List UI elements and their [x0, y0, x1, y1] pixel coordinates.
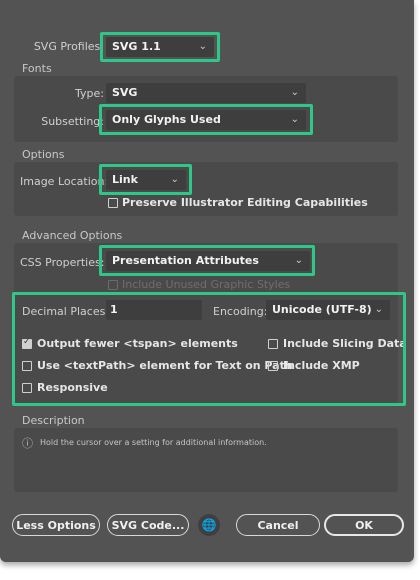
description-section-title: Description	[22, 414, 85, 427]
ok-button[interactable]: OK	[324, 514, 404, 536]
less-options-button[interactable]: Less Options	[12, 514, 100, 536]
include-unused-label: Include Unused Graphic Styles	[122, 278, 291, 291]
svg-code-button[interactable]: SVG Code...	[107, 514, 189, 536]
highlight-css-properties	[99, 245, 315, 276]
image-location-label: Image Location:	[20, 175, 109, 188]
chevron-down-icon: ⌄	[290, 87, 299, 98]
highlight-svg-profiles	[100, 32, 220, 62]
globe-icon[interactable]: 🌐	[198, 514, 220, 536]
highlight-image-location	[99, 164, 192, 195]
include-unused-checkbox[interactable]	[108, 280, 118, 290]
svg-options-dialog: SVG Profiles: SVG 1.1 ⌄ Fonts Type: SVG …	[0, 0, 414, 562]
svg-profiles-label: SVG Profiles:	[33, 40, 104, 53]
options-section-title: Options	[22, 148, 65, 161]
type-value: SVG	[112, 86, 138, 99]
highlight-subsetting	[99, 104, 313, 135]
advanced-section-title: Advanced Options	[22, 229, 123, 242]
highlight-advanced-group	[12, 292, 406, 406]
info-icon: ⓘ	[22, 437, 33, 450]
css-properties-label: CSS Properties:	[20, 256, 105, 269]
type-select[interactable]: SVG ⌄	[106, 83, 306, 103]
type-label: Type:	[75, 87, 104, 100]
preserve-editing-label: Preserve Illustrator Editing Capabilitie…	[122, 196, 368, 209]
fonts-section-title: Fonts	[22, 62, 52, 75]
description-text: Hold the cursor over a setting for addit…	[40, 438, 267, 447]
preserve-editing-checkbox[interactable]	[108, 198, 118, 208]
cancel-button[interactable]: Cancel	[236, 514, 320, 536]
subsetting-label: Subsetting:	[41, 115, 104, 128]
